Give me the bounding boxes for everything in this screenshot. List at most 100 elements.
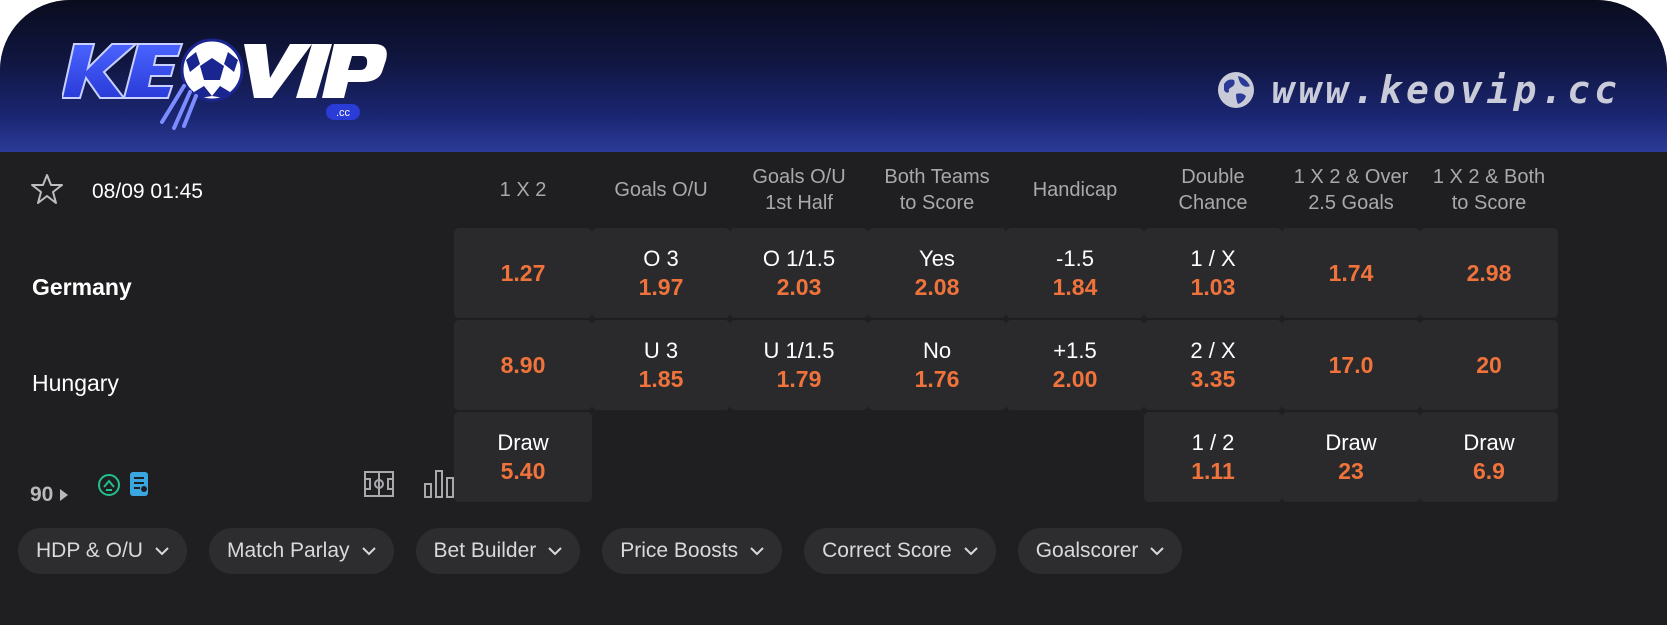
odd-label: Draw [1325,430,1377,455]
header-1x2-over-2-5: 1 X 2 & Over 2.5 Goals [1293,166,1409,214]
odd-value: 6.9 [1473,458,1505,484]
odd-value: 17.0 [1328,352,1374,378]
chevron-down-icon [1150,546,1165,555]
filter-label: HDP & O/U [36,539,143,562]
filter-correct-score[interactable]: Correct Score [804,528,996,574]
match-minute: 90 [30,483,54,506]
odd-goals-ou-under[interactable]: U 3 1.85 [592,320,730,410]
odd-label: U 1/1.5 [763,338,835,363]
site-url-text: www.keovip.cc [1271,68,1621,112]
match-clock: 90 [30,470,69,520]
header-1x2: 1 X 2 [499,179,547,201]
odd-handicap-home[interactable]: -1.5 1.84 [1006,228,1144,318]
ticket-icon[interactable] [128,470,150,498]
odd-label: U 3 [643,338,679,363]
odd-label: Yes [919,246,955,271]
odd-value: 1.03 [1190,274,1236,300]
header-goals-ou: Goals O/U [614,179,708,201]
header-goals-ou-1st-half: Goals O/U 1st Half [752,166,846,214]
odd-value: 2.00 [1052,366,1098,392]
chevron-down-icon [750,546,764,555]
odd-1x2-home[interactable]: 1.27 [454,228,592,318]
odd-label: -1.5 [1056,246,1094,271]
odd-label: O 3 [643,246,679,271]
chevron-down-icon [548,546,562,555]
odd-label: No [922,338,952,363]
odd-label: 1 / 2 [1191,430,1235,455]
odd-1x2-over-away[interactable]: 17.0 [1282,320,1420,410]
odd-1x2-over-home[interactable]: 1.74 [1282,228,1420,318]
odd-btts-no[interactable]: No 1.76 [868,320,1006,410]
odd-label: O 1/1.5 [762,246,836,271]
odd-value: 23 [1338,458,1364,484]
odd-btts-yes[interactable]: Yes 2.08 [868,228,1006,318]
odd-value: 1.11 [1191,458,1235,484]
filter-label: Match Parlay [226,539,350,562]
odd-value: 2.03 [776,274,822,300]
odd-double-chance-2x[interactable]: 2 / X 3.35 [1144,320,1282,410]
odd-value: 1.74 [1328,260,1374,286]
header-double-chance: Double Chance [1178,166,1248,214]
triangle-right-icon [60,489,69,501]
stats-icon[interactable] [422,466,456,500]
chevron-down-icon [963,546,978,555]
odd-label: 2 / X [1190,338,1236,363]
odd-value: 5.40 [500,458,546,484]
logo-subtext: .cc [336,107,351,119]
odd-1x2-btts-away[interactable]: 20 [1420,320,1558,410]
filter-label: Bet Builder [433,539,537,562]
odd-1x2-away[interactable]: 8.90 [454,320,592,410]
odd-handicap-away[interactable]: +1.5 2.00 [1006,320,1144,410]
odd-value: 1.79 [776,366,822,392]
odd-goals-ou-over[interactable]: O 3 1.97 [592,228,730,318]
odd-double-chance-1x[interactable]: 1 / X 1.03 [1144,228,1282,318]
live-stream-icon[interactable] [96,472,122,498]
header-both-teams-to-score: Both Teams to Score [884,166,990,214]
odd-value: 2.08 [914,274,960,300]
filter-goalscorer[interactable]: Goalscorer [1017,528,1183,574]
odd-value: 3.35 [1190,366,1236,392]
filter-bet-builder[interactable]: Bet Builder [415,528,581,574]
odd-label: Draw [1463,430,1515,455]
odd-1x2-over-draw[interactable]: Draw 23 [1282,412,1420,502]
filter-match-parlay[interactable]: Match Parlay [208,528,394,574]
chevron-down-icon [361,546,376,555]
odd-1x2-btts-draw[interactable]: Draw 6.9 [1420,412,1558,502]
filter-label: Goalscorer [1035,539,1139,562]
market-header-row: 08/09 01:45 1 X 2 Goals O/U Goals O/U 1s… [0,152,1667,228]
match-datetime: 08/09 01:45 [92,180,203,203]
filter-label: Correct Score [822,539,952,562]
market-filter-bar: HDP & O/U Match Parlay Bet Builder Price… [18,528,1183,574]
match-panel: 08/09 01:45 1 X 2 Goals O/U Goals O/U 1s… [0,152,1667,625]
brand-logo[interactable]: .cc [62,36,402,136]
filter-price-boosts[interactable]: Price Boosts [602,528,783,574]
odd-value: 2.98 [1466,260,1512,286]
header-handicap: Handicap [1032,179,1118,201]
odd-goals-ou-1h-under[interactable]: U 1/1.5 1.79 [730,320,868,410]
odd-value: 1.84 [1052,274,1098,300]
home-team-name: Germany [32,274,132,300]
away-team-name: Hungary [32,370,119,396]
pitch-icon[interactable] [362,467,396,501]
star-icon[interactable] [30,172,64,206]
odd-double-chance-12[interactable]: 1 / 2 1.11 [1144,412,1282,502]
odd-label: +1.5 [1053,338,1097,363]
odd-label: 1 / X [1190,246,1236,271]
odd-value: 20 [1476,352,1502,378]
odd-value: 1.27 [500,260,546,286]
header-1x2-btts: 1 X 2 & Both to Score [1432,166,1546,214]
globe-icon [1217,72,1254,108]
filter-hdp-ou[interactable]: HDP & O/U [18,528,187,574]
page-frame: .cc www.keovip.cc 08/09 01:45 1 X 2 Goal… [0,0,1667,625]
odd-1x2-draw[interactable]: Draw 5.40 [454,412,592,502]
odd-value: 1.97 [638,274,684,300]
odd-value: 1.76 [914,366,960,392]
keovip-logo-icon: .cc [62,38,387,130]
odd-value: 1.85 [638,366,684,392]
odd-value: 8.90 [500,352,546,378]
chevron-down-icon [155,546,169,555]
odd-goals-ou-1h-over[interactable]: O 1/1.5 2.03 [730,228,868,318]
site-header: .cc www.keovip.cc [0,0,1667,152]
odd-1x2-btts-home[interactable]: 2.98 [1420,228,1558,318]
site-url[interactable]: www.keovip.cc [1216,68,1621,112]
